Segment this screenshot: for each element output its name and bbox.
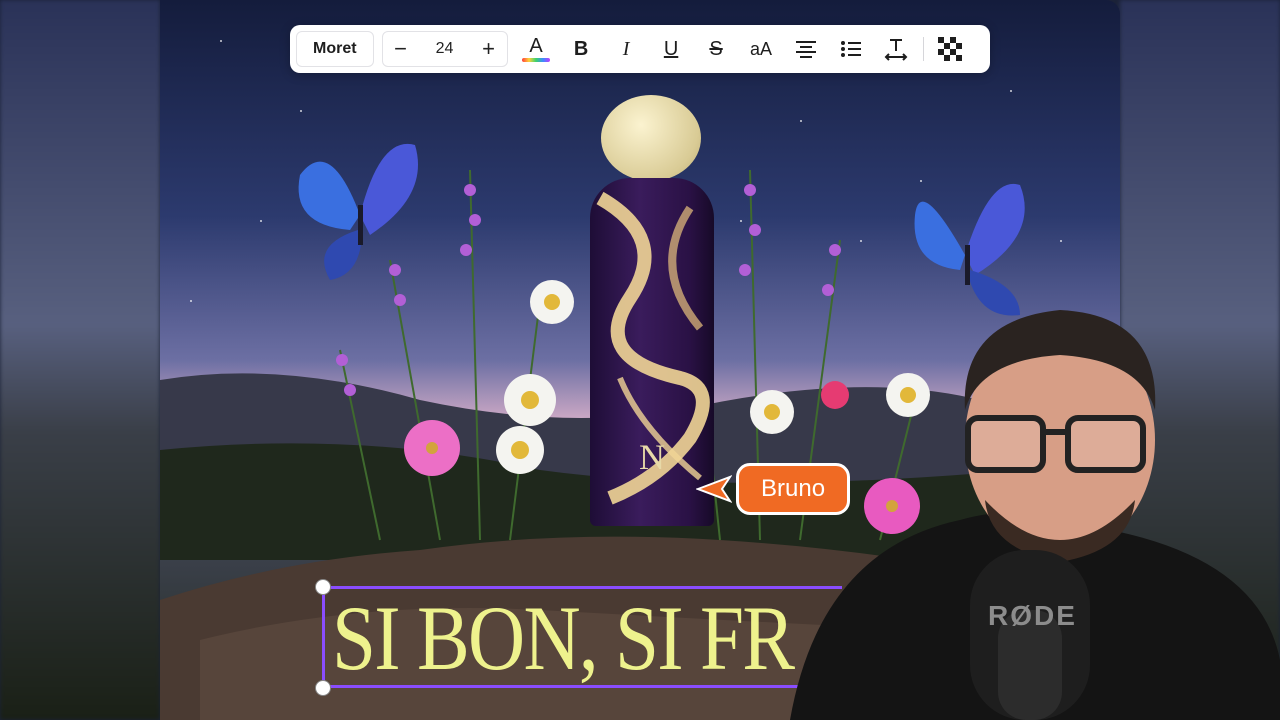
webcam-overlay — [790, 300, 1280, 720]
align-center-icon[interactable] — [784, 31, 829, 67]
blurred-background-left — [0, 0, 160, 720]
bold-icon[interactable]: B — [559, 31, 604, 67]
font-size-control: − 24 + — [381, 31, 508, 67]
toolbar-separator — [922, 37, 924, 61]
letter-case-icon[interactable]: aA — [739, 31, 784, 67]
decrease-font-size-button[interactable]: − — [387, 31, 415, 67]
font-family-button[interactable]: Moret — [296, 31, 374, 67]
font-size-value[interactable]: 24 — [436, 40, 454, 58]
increase-font-size-button[interactable]: + — [475, 31, 503, 67]
text-color-icon[interactable]: A — [514, 31, 559, 67]
bullet-list-icon[interactable] — [829, 31, 874, 67]
strikethrough-icon[interactable]: S — [694, 31, 739, 67]
resize-handle-top-left[interactable] — [315, 579, 331, 595]
resize-handle-bottom-left[interactable] — [315, 680, 331, 696]
collaborator-cursor-icon — [696, 475, 732, 503]
text-color-glyph: A — [529, 35, 543, 57]
text-spacing-icon[interactable] — [874, 31, 919, 67]
color-rainbow-swatch — [522, 58, 551, 62]
underline-icon[interactable]: U — [649, 31, 694, 67]
headline-text[interactable]: SI BON, SI FR — [332, 588, 795, 688]
bottle-monogram: N — [639, 437, 665, 477]
text-formatting-toolbar: Moret − 24 + A B I U S aA — [290, 25, 990, 73]
bottle-cap — [601, 95, 701, 181]
transparency-icon[interactable] — [928, 31, 973, 67]
microphone-brand-logo: RØDE — [988, 600, 1077, 631]
italic-icon[interactable]: I — [604, 31, 649, 67]
